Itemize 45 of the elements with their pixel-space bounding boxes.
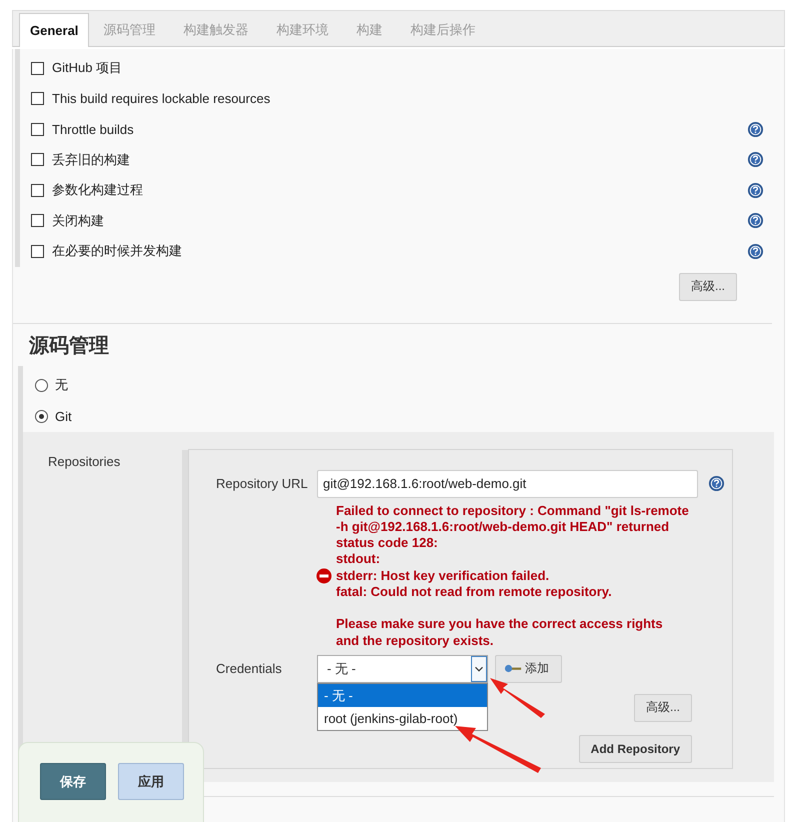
- error-icon: [316, 568, 332, 584]
- dropdown-option[interactable]: root (jenkins-gilab-root): [318, 706, 487, 730]
- advanced-button[interactable]: 高级...: [634, 694, 692, 722]
- radio-label: 无: [55, 376, 68, 394]
- checkbox-label: 关闭构建: [52, 212, 104, 230]
- section-heading: 源码管理: [29, 334, 110, 358]
- checkbox[interactable]: [31, 184, 44, 197]
- checkbox[interactable]: [31, 92, 44, 106]
- add-repository-button[interactable]: Add Repository: [578, 734, 692, 763]
- help-icon[interactable]: [708, 475, 725, 492]
- help-icon[interactable]: [747, 212, 764, 230]
- tab[interactable]: General: [19, 13, 90, 47]
- credentials-dropdown[interactable]: - 无 -: [317, 654, 488, 683]
- checkbox-label: GitHub 项目: [52, 59, 122, 78]
- help-icon[interactable]: [747, 242, 764, 260]
- error-message: Failed to connect to repository : Command "git ls-remote -h git@192.168.1.6:root/web-demo.git HEAD" returned status code 128: stdout: stderr: Host key verification failed. fatal: Could not read from remote repository.: [336, 502, 689, 600]
- radio-button[interactable]: [35, 378, 48, 392]
- caret-icon[interactable]: [471, 656, 487, 682]
- checkbox[interactable]: [31, 153, 44, 166]
- repositories-label: Repositories: [48, 454, 120, 468]
- checkbox[interactable]: [31, 62, 44, 75]
- annotation-arrow: [490, 678, 545, 718]
- help-icon[interactable]: [747, 120, 764, 138]
- field-label: Credentials: [215, 660, 283, 676]
- radio-button[interactable]: [35, 410, 48, 422]
- checkbox[interactable]: [31, 122, 44, 136]
- radio-label: Git: [55, 408, 72, 424]
- help-icon[interactable]: [747, 182, 764, 199]
- checkbox-label: 丢弃旧的构建: [52, 150, 130, 169]
- checkbox[interactable]: [31, 214, 44, 228]
- error-message: Please make sure you have the correct access rights and the repository exists.: [336, 616, 664, 649]
- advanced-button[interactable]: 高级...: [678, 272, 737, 300]
- checkbox[interactable]: [31, 244, 44, 258]
- checkbox-label: Throttle builds: [52, 122, 134, 137]
- dropdown-option[interactable]: - 无 -: [318, 684, 487, 707]
- add-button[interactable]: 添加: [495, 654, 562, 683]
- checkbox-label: 在必要的时候并发构建: [52, 242, 182, 260]
- help-icon[interactable]: [747, 151, 764, 168]
- footer-button[interactable]: 应用: [118, 763, 184, 800]
- repository-url-field[interactable]: git@192.168.1.6:root/web-demo.git: [317, 470, 698, 498]
- key-icon: [504, 663, 522, 674]
- checkbox-label: 参数化构建过程: [52, 181, 143, 200]
- field-label: Repository URL: [215, 476, 309, 491]
- footer-button[interactable]: 保存: [40, 763, 106, 800]
- checkbox-label: This build requires lockable resources: [52, 91, 270, 106]
